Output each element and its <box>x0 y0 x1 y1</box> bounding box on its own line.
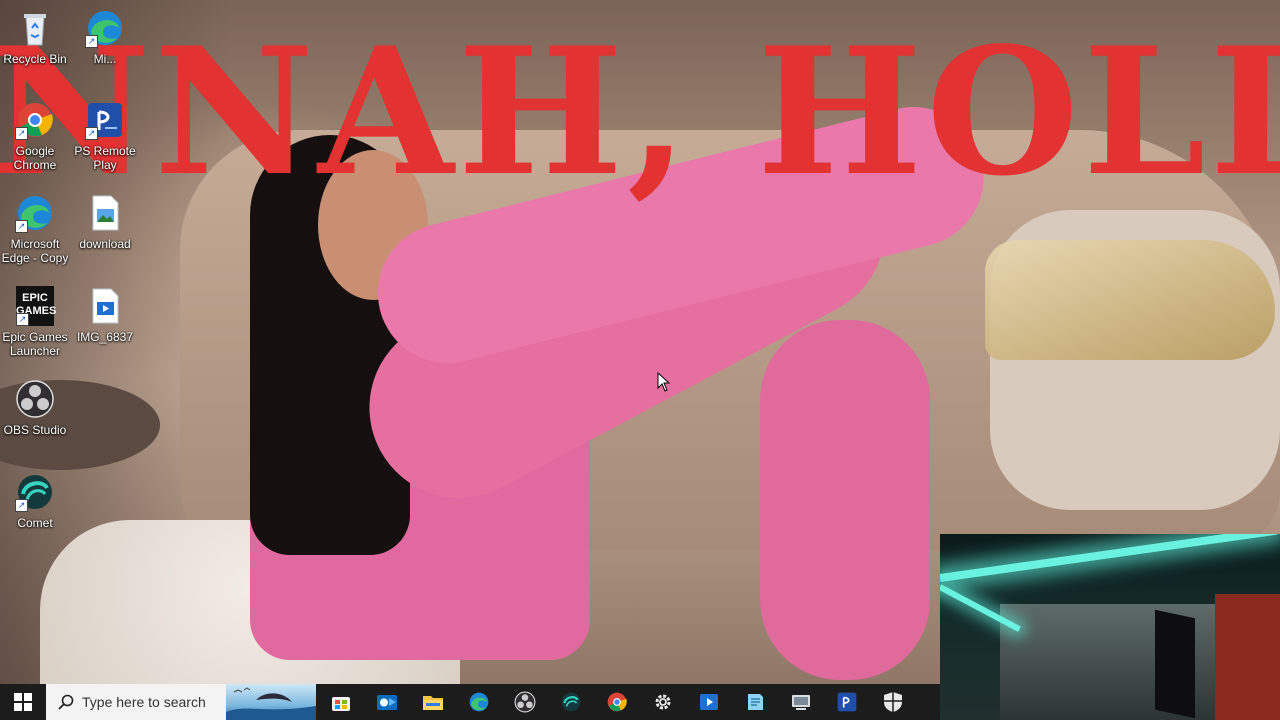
taskbar-app-comet[interactable] <box>548 684 594 720</box>
desktop-icon-label: Epic Games Launcher <box>2 330 68 358</box>
shortcut-arrow-icon: ↗ <box>16 313 29 326</box>
video-file-icon <box>85 286 125 326</box>
desktop-icon-download[interactable]: download <box>67 193 143 251</box>
taskbar <box>0 684 940 720</box>
desktop-icon-label: Comet <box>17 516 53 530</box>
taskbar-app-computer[interactable] <box>778 684 824 720</box>
taskbar-app-file-explorer[interactable] <box>410 684 456 720</box>
webcam-wall <box>1000 604 1230 720</box>
taskbar-app-outlook[interactable] <box>364 684 410 720</box>
computer-icon <box>792 695 810 710</box>
start-button[interactable] <box>0 684 46 720</box>
webcam-led-strip <box>940 534 1278 582</box>
shortcut-arrow-icon: ↗ <box>15 499 28 512</box>
windows-icon <box>14 693 32 711</box>
desktop-icon-label: PS Remote Play <box>74 144 136 172</box>
folder-icon <box>423 696 443 710</box>
webcam-overlay <box>940 534 1280 720</box>
taskbar-app-security[interactable] <box>870 684 916 720</box>
edge-icon: ↗ <box>15 193 55 233</box>
play-icon <box>700 694 718 710</box>
desktop-icon-label: Mi... <box>93 52 117 66</box>
desktop-icon-recycle-bin[interactable]: Recycle Bin <box>0 8 73 66</box>
shortcut-arrow-icon: ↗ <box>15 220 28 233</box>
chrome-icon: ↗ <box>15 100 55 140</box>
desktop-icon-label: IMG_6837 <box>76 330 134 344</box>
taskbar-search-box[interactable] <box>46 684 316 720</box>
edge-icon: ↗ <box>85 8 125 48</box>
shortcut-arrow-icon: ↗ <box>85 127 98 140</box>
desktop-icon-comet[interactable]: ↗ Comet <box>0 472 73 530</box>
ps-remote-play-icon: ↗ <box>85 100 125 140</box>
obs-icon <box>514 691 536 713</box>
desktop-icon-label: Microsoft Edge - Copy <box>1 237 69 265</box>
store-icon <box>332 697 350 711</box>
mail-icon <box>377 695 397 710</box>
webcam-red-panel <box>1215 594 1280 720</box>
desktop-icon-microsoft-edge[interactable]: ↗ Mi... <box>67 8 143 66</box>
ps-remote-play-icon <box>837 692 857 712</box>
desktop-icon-epic-games[interactable]: EPIC GAMES ↗ Epic Games Launcher <box>0 286 73 358</box>
chrome-icon <box>607 692 627 712</box>
taskbar-app-media-player[interactable] <box>686 684 732 720</box>
desktop-icon-label: Google Chrome <box>13 144 57 172</box>
epic-games-icon: EPIC GAMES ↗ <box>16 286 56 326</box>
webcam-monitor <box>1155 609 1195 719</box>
shortcut-arrow-icon: ↗ <box>15 127 28 140</box>
taskbar-app-obs-studio[interactable] <box>502 684 548 720</box>
desktop-icon-label: download <box>79 237 131 251</box>
recycle-bin-icon <box>15 8 55 48</box>
shortcut-arrow-icon: ↗ <box>85 35 98 48</box>
search-highlight-art <box>226 684 316 720</box>
desktop-icon-label: Recycle Bin <box>3 52 67 66</box>
comet-icon <box>561 692 581 712</box>
mouse-cursor-icon <box>657 372 671 392</box>
taskbar-app-settings[interactable] <box>640 684 686 720</box>
obs-icon <box>15 379 55 419</box>
edge-icon <box>469 692 489 712</box>
shield-icon <box>884 692 902 712</box>
taskbar-app-widgets[interactable] <box>318 684 364 720</box>
comet-icon: ↗ <box>15 472 55 512</box>
desktop-icon-label: OBS Studio <box>3 423 67 437</box>
notepad-icon <box>748 694 763 710</box>
wallpaper-heel <box>985 240 1275 360</box>
desktop-icon-edge-copy[interactable]: ↗ Microsoft Edge - Copy <box>0 193 73 265</box>
wallpaper-figure-leg <box>760 320 930 680</box>
desktop-icon-google-chrome[interactable]: ↗ Google Chrome <box>0 100 73 172</box>
gear-icon <box>655 694 671 710</box>
taskbar-app-notepad[interactable] <box>732 684 778 720</box>
desktop-icon-img-6837[interactable]: IMG_6837 <box>67 286 143 344</box>
search-icon <box>58 694 74 710</box>
desktop-icon-ps-remote-play[interactable]: ↗ PS Remote Play <box>67 100 143 172</box>
image-file-icon <box>85 193 125 233</box>
taskbar-app-ps-remote-play[interactable] <box>824 684 870 720</box>
desktop-icon-obs-studio[interactable]: OBS Studio <box>0 379 73 437</box>
taskbar-app-edge[interactable] <box>456 684 502 720</box>
wallpaper-headline: NNAH, HOLLY <box>0 10 1280 215</box>
taskbar-app-chrome[interactable] <box>594 684 640 720</box>
